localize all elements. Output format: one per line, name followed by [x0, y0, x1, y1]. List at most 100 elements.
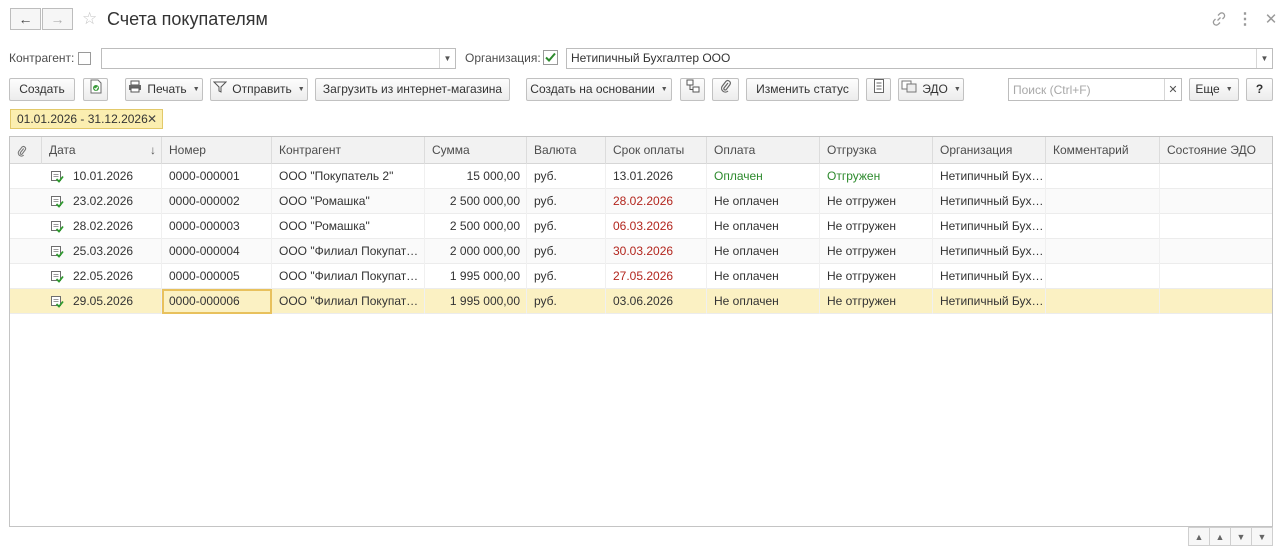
column-header-sum[interactable]: Сумма	[425, 137, 527, 164]
print-button[interactable]: Печать ▼	[125, 78, 203, 101]
cell-currency[interactable]: руб.	[527, 189, 606, 214]
cell-date[interactable]: 10.01.2026	[42, 164, 162, 189]
cell-edo-status[interactable]	[1160, 189, 1272, 214]
structure-button[interactable]	[680, 78, 705, 101]
cell-sum[interactable]: 2 500 000,00	[425, 189, 527, 214]
cell-edo-status[interactable]	[1160, 264, 1272, 289]
cell-payment[interactable]: Не оплачен	[707, 189, 820, 214]
cell-organization[interactable]: Нетипичный Бухгалтер ООО	[933, 189, 1046, 214]
cell-sum[interactable]: 2 500 000,00	[425, 214, 527, 239]
cell-comment[interactable]	[1046, 289, 1160, 314]
cell-sum[interactable]: 1 995 000,00	[425, 289, 527, 314]
cell-shipment[interactable]: Отгружен	[820, 164, 933, 189]
load-from-shop-button[interactable]: Загрузить из интернет-магазина	[315, 78, 510, 101]
column-header-date[interactable]: Дата ↓	[42, 137, 162, 164]
cell-sum[interactable]: 15 000,00	[425, 164, 527, 189]
cell-shipment[interactable]: Не отгружен	[820, 239, 933, 264]
period-filter-badge[interactable]: 01.01.2026 - 31.12.2026 ✕	[10, 109, 163, 129]
cell-counterparty[interactable]: ООО "Филиал Покупателя 1"	[272, 289, 425, 314]
cell-shipment[interactable]: Не отгружен	[820, 214, 933, 239]
help-button[interactable]: ?	[1246, 78, 1273, 101]
cell-organization[interactable]: Нетипичный Бухгалтер ООО	[933, 289, 1046, 314]
column-header-organization[interactable]: Организация	[933, 137, 1046, 164]
chevron-down-icon[interactable]: ▼	[1256, 49, 1272, 68]
column-header-due-date[interactable]: Срок оплаты	[606, 137, 707, 164]
cell-date[interactable]: 23.02.2026	[42, 189, 162, 214]
cell-counterparty[interactable]: ООО "Ромашка"	[272, 189, 425, 214]
cell-shipment[interactable]: Не отгружен	[820, 189, 933, 214]
cell-sum[interactable]: 2 000 000,00	[425, 239, 527, 264]
create-button[interactable]: Создать	[9, 78, 75, 101]
cell-edo-status[interactable]	[1160, 164, 1272, 189]
cell-currency[interactable]: руб.	[527, 239, 606, 264]
cell-due-date[interactable]: 27.05.2026	[606, 264, 707, 289]
cell-organization[interactable]: Нетипичный Бухгалтер ООО	[933, 239, 1046, 264]
list-report-button[interactable]	[866, 78, 891, 101]
cell-due-date[interactable]: 30.03.2026	[606, 239, 707, 264]
cell-organization[interactable]: Нетипичный Бухгалтер ООО	[933, 214, 1046, 239]
cell-counterparty[interactable]: ООО "Филиал Покупателя 1"	[272, 264, 425, 289]
cell-edo-status[interactable]	[1160, 214, 1272, 239]
column-header-shipment[interactable]: Отгрузка	[820, 137, 933, 164]
column-header-currency[interactable]: Валюта	[527, 137, 606, 164]
attach-button[interactable]	[712, 78, 739, 101]
cell-comment[interactable]	[1046, 214, 1160, 239]
cell-comment[interactable]	[1046, 239, 1160, 264]
cell-organization[interactable]: Нетипичный Бухгалтер ООО	[933, 264, 1046, 289]
cell-number[interactable]: 0000-000006	[162, 289, 272, 314]
cell-comment[interactable]	[1046, 189, 1160, 214]
close-icon[interactable]: ✕	[1261, 9, 1280, 29]
more-button[interactable]: Еще ▼	[1189, 78, 1239, 101]
invoices-table[interactable]: Дата ↓ Номер Контрагент Сумма Валюта Сро…	[9, 136, 1273, 527]
cell-due-date[interactable]: 06.03.2026	[606, 214, 707, 239]
forward-button[interactable]: →	[42, 8, 73, 30]
cell-due-date[interactable]: 28.02.2026	[606, 189, 707, 214]
table-row[interactable]: 22.05.2026 0000-000005 ООО "Филиал Покупат…	[10, 264, 1272, 289]
cell-organization[interactable]: Нетипичный Бухгалтер ООО	[933, 164, 1046, 189]
scroll-down-icon[interactable]: ▼	[1230, 527, 1252, 546]
column-header-comment[interactable]: Комментарий	[1046, 137, 1160, 164]
scroll-bottom-icon[interactable]: ▼	[1251, 527, 1273, 546]
attachment-column-header[interactable]	[10, 137, 42, 164]
counterparty-checkbox[interactable]	[78, 52, 91, 65]
cell-date[interactable]: 29.05.2026	[42, 289, 162, 314]
organization-checkbox[interactable]	[543, 50, 558, 68]
cell-currency[interactable]: руб.	[527, 214, 606, 239]
search-input[interactable]: Поиск (Ctrl+F) ✕	[1008, 78, 1182, 101]
cell-date[interactable]: 22.05.2026	[42, 264, 162, 289]
cell-number[interactable]: 0000-000005	[162, 264, 272, 289]
cell-comment[interactable]	[1046, 164, 1160, 189]
scroll-top-icon[interactable]: ▲	[1188, 527, 1210, 546]
cell-counterparty[interactable]: ООО "Ромашка"	[272, 214, 425, 239]
cell-sum[interactable]: 1 995 000,00	[425, 264, 527, 289]
cell-edo-status[interactable]	[1160, 289, 1272, 314]
cell-payment[interactable]: Оплачен	[707, 164, 820, 189]
column-header-number[interactable]: Номер	[162, 137, 272, 164]
counterparty-field[interactable]: ▼	[101, 48, 456, 69]
cell-date[interactable]: 25.03.2026	[42, 239, 162, 264]
more-vertical-icon[interactable]: ⋮	[1235, 9, 1255, 29]
cell-payment[interactable]: Не оплачен	[707, 264, 820, 289]
back-button[interactable]: ←	[10, 8, 41, 30]
cell-edo-status[interactable]	[1160, 239, 1272, 264]
clear-search-icon[interactable]: ✕	[1164, 79, 1181, 100]
table-row[interactable]: 28.02.2026 0000-000003 ООО "Ромашка" 2 500 …	[10, 214, 1272, 239]
send-button[interactable]: Отправить ▼	[210, 78, 308, 101]
cell-payment[interactable]: Не оплачен	[707, 239, 820, 264]
table-row[interactable]: 29.05.2026 0000-000006 ООО "Филиал Покупат…	[10, 289, 1272, 314]
scroll-up-icon[interactable]: ▲	[1209, 527, 1231, 546]
table-row[interactable]: 10.01.2026 0000-000001 ООО "Покупатель 2" 1…	[10, 164, 1272, 189]
cell-due-date[interactable]: 13.01.2026	[606, 164, 707, 189]
cell-number[interactable]: 0000-000004	[162, 239, 272, 264]
cell-currency[interactable]: руб.	[527, 264, 606, 289]
edo-button[interactable]: ЭДО ▼	[898, 78, 964, 101]
remove-period-icon[interactable]: ✕	[147, 110, 157, 128]
column-header-edo-status[interactable]: Состояние ЭДО	[1160, 137, 1272, 164]
cell-payment[interactable]: Не оплачен	[707, 214, 820, 239]
copy-document-button[interactable]	[83, 78, 108, 101]
column-header-payment[interactable]: Оплата	[707, 137, 820, 164]
cell-number[interactable]: 0000-000001	[162, 164, 272, 189]
link-icon[interactable]	[1209, 9, 1229, 29]
chevron-down-icon[interactable]: ▼	[439, 49, 455, 68]
cell-date[interactable]: 28.02.2026	[42, 214, 162, 239]
